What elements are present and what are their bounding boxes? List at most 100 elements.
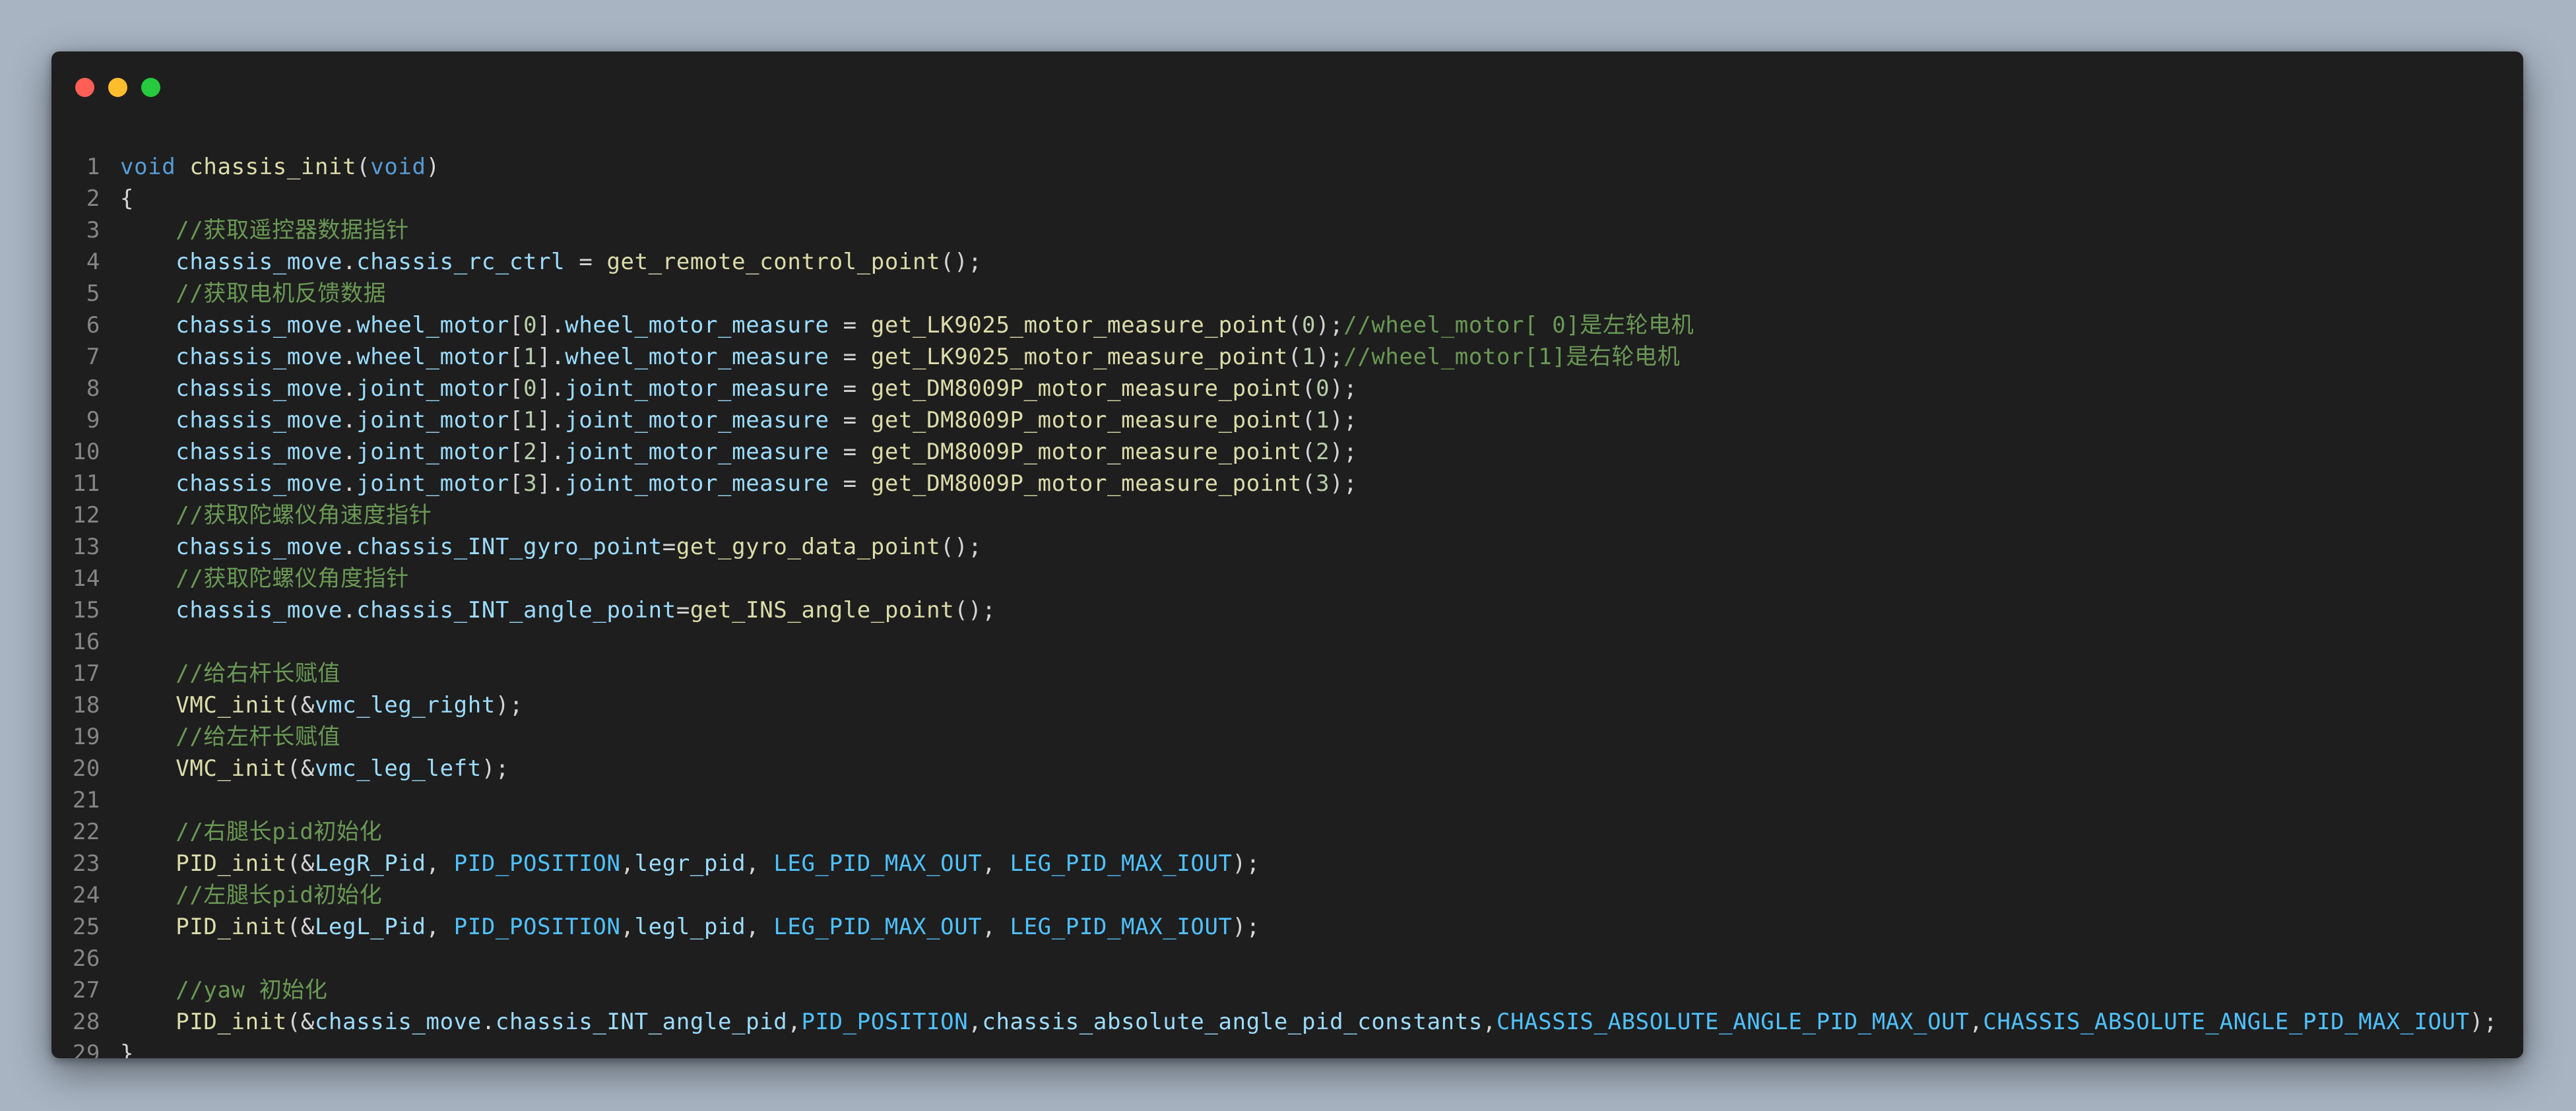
code-token: wheel_motor <box>356 312 509 338</box>
line-source: } <box>120 1038 134 1058</box>
code-token: , <box>787 1009 802 1035</box>
code-token: ); <box>1330 375 1358 402</box>
zoom-button[interactable] <box>141 78 160 97</box>
code-token: //右腿长pid初始化 <box>176 819 383 845</box>
code-token: . <box>342 534 357 560</box>
code-token: [ <box>509 375 524 402</box>
code-token: VMC_init <box>176 692 287 718</box>
code-token: LegR_Pid <box>314 850 426 877</box>
line-number: 20 <box>72 755 100 782</box>
code-token: . <box>481 1009 496 1035</box>
line-source: //给右杆长赋值 <box>120 658 340 689</box>
code-token: ]. <box>537 312 565 338</box>
code-token: chassis_move <box>176 534 343 560</box>
code-token: //获取遥控器数据指针 <box>176 217 409 243</box>
line-number: 8 <box>86 375 100 402</box>
code-token: 1 <box>1316 407 1330 433</box>
line-source: chassis_move.chassis_INT_angle_point=get… <box>120 594 996 626</box>
code-token: (& <box>286 692 315 718</box>
code-token: wheel_motor <box>356 344 509 370</box>
line-number: 22 <box>72 819 100 845</box>
line-number: 2 <box>86 185 100 212</box>
code-token: 1 <box>523 407 538 433</box>
line-source: chassis_move.wheel_motor[0].wheel_motor_… <box>120 309 1694 341</box>
line-number: 12 <box>72 502 100 528</box>
code-token: vmc_leg_right <box>314 692 496 718</box>
code-token: ); <box>481 755 509 782</box>
code-token: = <box>829 439 871 465</box>
code-token: ); <box>1330 470 1358 497</box>
line-number: 14 <box>72 565 100 592</box>
line-source: chassis_move.joint_motor[1].joint_motor_… <box>120 404 1357 436</box>
code-token: chassis_move <box>176 312 343 338</box>
code-token: PID_POSITION <box>453 850 621 877</box>
code-token: LEG_PID_MAX_OUT <box>773 850 982 877</box>
code-token: legl_pid <box>634 914 746 940</box>
line-number: 25 <box>72 914 100 940</box>
line-number: 29 <box>72 1040 100 1058</box>
code-token: , <box>746 914 774 940</box>
code-token: chassis_move <box>176 249 343 275</box>
line-number: 10 <box>72 439 100 465</box>
code-token: = <box>829 470 871 497</box>
code-token: get_DM8009P_motor_measure_point <box>870 439 1302 465</box>
code-token: 3 <box>523 470 538 497</box>
code-token: 1 <box>1302 344 1316 370</box>
code-token: } <box>120 1040 135 1058</box>
code-token: //获取陀螺仪角度指针 <box>176 565 409 592</box>
code-token: ]. <box>537 375 565 402</box>
code-token: ]. <box>537 407 565 433</box>
code-token: PID_init <box>176 1009 287 1035</box>
line-number: 9 <box>86 407 100 433</box>
code-token: 3 <box>1316 470 1330 497</box>
code-token: . <box>342 407 357 433</box>
code-token: LEG_PID_MAX_IOUT <box>1010 850 1233 877</box>
code-token: joint_motor_measure <box>565 407 829 433</box>
code-token: void <box>120 154 176 180</box>
line-source: chassis_move.chassis_rc_ctrl = get_remot… <box>120 246 982 278</box>
line-number: 1 <box>86 154 100 180</box>
line-source: //右腿长pid初始化 <box>120 816 382 848</box>
code-token: = <box>565 249 607 275</box>
code-token: , <box>426 914 454 940</box>
code-token: = <box>662 534 676 560</box>
code-token: joint_motor <box>356 470 509 497</box>
line-source: chassis_move.wheel_motor[1].wheel_motor_… <box>120 341 1680 373</box>
code-token: . <box>342 344 357 370</box>
code-token: 0 <box>1316 375 1330 402</box>
line-number: 5 <box>86 280 100 307</box>
line-source: //获取电机反馈数据 <box>120 278 386 309</box>
line-number: 16 <box>72 629 100 655</box>
line-number: 17 <box>72 660 100 687</box>
code-token: chassis_absolute_angle_pid_constants <box>982 1009 1483 1035</box>
line-source: //yaw 初始化 <box>120 974 328 1006</box>
line-number: 27 <box>72 977 100 1003</box>
minimize-button[interactable] <box>108 78 127 97</box>
code-token: . <box>342 375 357 402</box>
code-token: , <box>620 914 635 940</box>
code-token: wheel_motor_measure <box>565 344 829 370</box>
code-token: joint_motor_measure <box>565 470 829 497</box>
code-token: (& <box>286 850 315 877</box>
line-number: 26 <box>72 945 100 972</box>
line-source: { <box>120 183 134 214</box>
code-token: , <box>1969 1009 1983 1035</box>
line-number: 7 <box>86 344 100 370</box>
close-button[interactable] <box>75 78 94 97</box>
code-token: 2 <box>523 439 538 465</box>
code-token: , <box>1482 1009 1497 1035</box>
